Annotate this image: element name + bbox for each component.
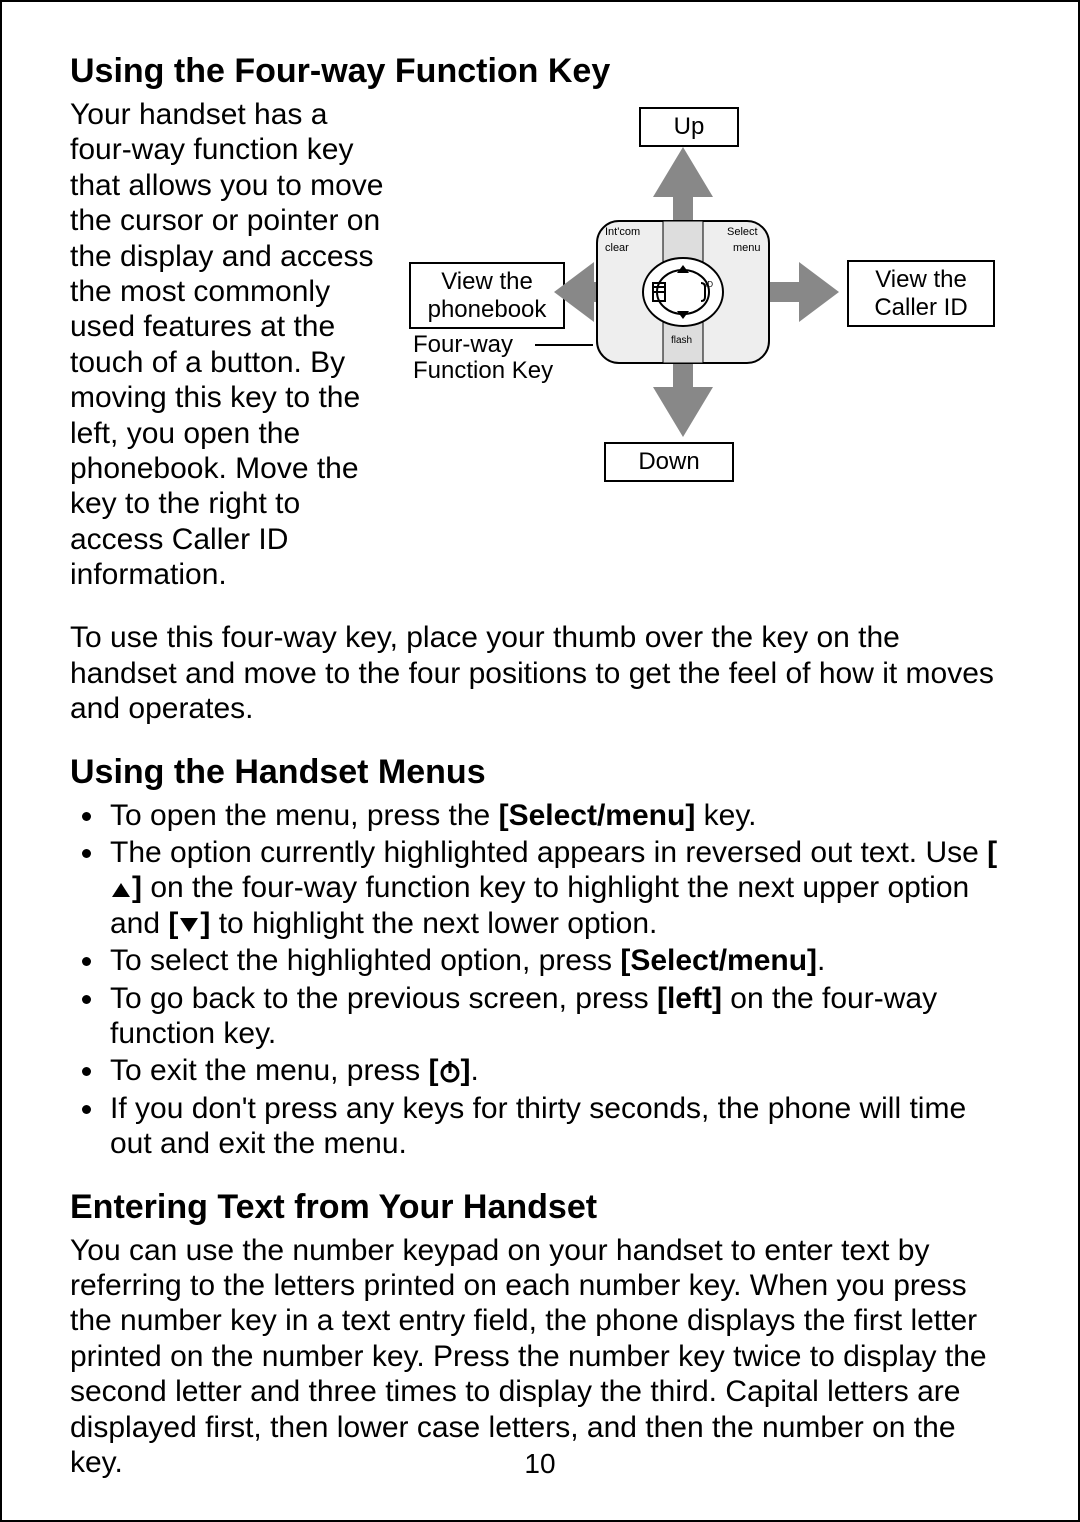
section-heading-menus: Using the Handset Menus xyxy=(70,753,1010,792)
diagram-left-label-l2: phonebook xyxy=(428,296,547,323)
diagram-right-label: View the Caller ID xyxy=(847,260,995,327)
text: key. xyxy=(695,799,756,832)
power-icon xyxy=(439,1059,461,1085)
four-way-diagram: Up Down View the phonebook View the Call… xyxy=(409,97,1010,517)
text: . xyxy=(471,1054,479,1087)
triangle-down-icon xyxy=(178,916,200,934)
function-key-leader-line xyxy=(535,344,593,346)
section-handset-menus: Using the Handset Menus To open the menu… xyxy=(70,753,1010,1162)
diagram-down-label: Down xyxy=(604,442,734,482)
select-menu-key: [Select/menu] xyxy=(499,799,696,832)
diagram-up-label: Up xyxy=(639,107,739,147)
triangle-up-icon xyxy=(110,881,132,899)
text: To select the highlighted option, press xyxy=(110,944,620,977)
function-key-caption-l1: Four-way xyxy=(413,331,513,358)
text: To exit the menu, press xyxy=(110,1054,429,1087)
entering-text-paragraph: You can use the number keypad on your ha… xyxy=(70,1233,1010,1481)
list-item: To select the highlighted option, press … xyxy=(106,943,1010,978)
bracket-open: [ xyxy=(429,1054,439,1087)
dpad-top-left-label: Int'com xyxy=(605,226,640,238)
diagram-right-label-l1: View the xyxy=(875,266,967,293)
list-item: The option currently highlighted appears… xyxy=(106,835,1010,941)
menus-bullet-list: To open the menu, press the [Select/menu… xyxy=(70,798,1010,1162)
dpad-icon: ID Int'com clear Select menu flash xyxy=(593,217,773,367)
dpad-bottom-right-label: menu xyxy=(733,242,761,254)
svg-text:ID: ID xyxy=(705,280,713,289)
bracket-open: [ xyxy=(168,907,178,940)
dpad-bottom-left-label: clear xyxy=(605,242,629,254)
text: The option currently highlighted appears… xyxy=(110,836,987,869)
text: To go back to the previous screen, press xyxy=(110,982,657,1015)
four-way-intro-row: Your handset has a four-way function key… xyxy=(70,97,1010,602)
text: To open the menu, press the xyxy=(110,799,499,832)
text: . xyxy=(817,944,825,977)
section-heading-entering-text: Entering Text from Your Handset xyxy=(70,1188,1010,1227)
function-key-caption: Four-way Function Key xyxy=(413,332,553,385)
diagram-left-label: View the phonebook xyxy=(409,262,565,329)
down-key: [] xyxy=(168,907,210,940)
dpad-flash-label: flash xyxy=(671,335,692,346)
left-key: [left] xyxy=(657,982,722,1015)
bracket-open: [ xyxy=(987,836,997,869)
intro-text-column: Your handset has a four-way function key… xyxy=(70,97,385,602)
bracket-close: ] xyxy=(200,907,210,940)
function-key-caption-l2: Function Key xyxy=(413,357,553,384)
intro-paragraph: Your handset has a four-way function key… xyxy=(70,97,385,592)
section-entering-text: Entering Text from Your Handset You can … xyxy=(70,1188,1010,1481)
diagram-right-label-l2: Caller ID xyxy=(874,294,967,321)
diagram-left-label-l1: View the xyxy=(441,268,533,295)
list-item: To go back to the previous screen, press… xyxy=(106,981,1010,1052)
text: to highlight the next lower option. xyxy=(210,907,657,940)
list-item: If you don't press any keys for thirty s… xyxy=(106,1091,1010,1162)
manual-page: Using the Four-way Function Key Your han… xyxy=(0,0,1080,1522)
page-number: 10 xyxy=(2,1448,1078,1480)
section-heading-four-way: Using the Four-way Function Key xyxy=(70,52,1010,91)
dpad-top-right-label: Select xyxy=(727,226,758,238)
select-menu-key: [Select/menu] xyxy=(620,944,817,977)
bracket-close: ] xyxy=(132,871,142,904)
list-item: To exit the menu, press []. xyxy=(106,1053,1010,1088)
four-way-usage-paragraph: To use this four-way key, place your thu… xyxy=(70,620,1010,726)
list-item: To open the menu, press the [Select/menu… xyxy=(106,798,1010,833)
power-key: [] xyxy=(429,1054,471,1087)
bracket-close: ] xyxy=(461,1054,471,1087)
